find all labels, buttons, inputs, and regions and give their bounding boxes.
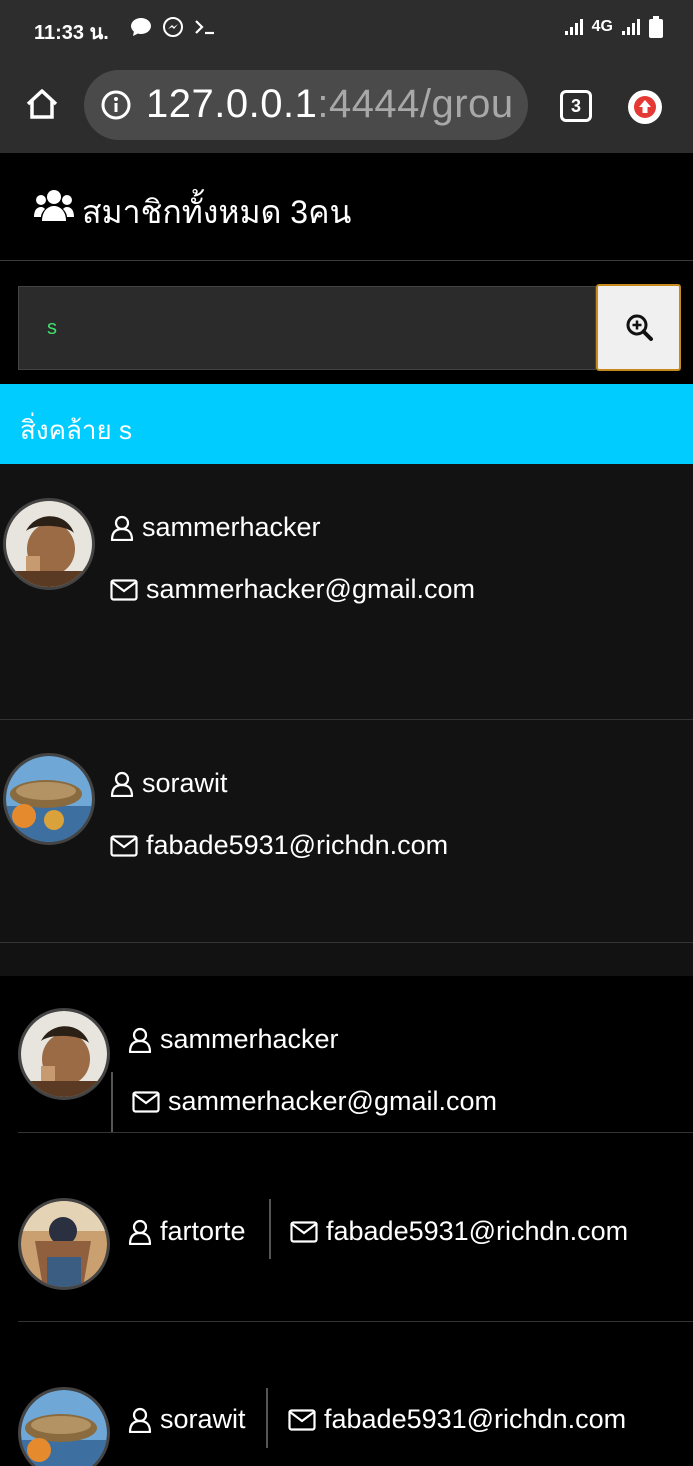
member-email-line: fabade5931@richdn.com [290, 1216, 628, 1247]
member-email-line: sammerhacker@gmail.com [132, 1086, 497, 1117]
member-username: sammerhacker [160, 1024, 339, 1054]
envelope-icon [288, 1408, 316, 1431]
divider [111, 1072, 113, 1132]
url-text: 127.0.0.1:4444/grou [146, 82, 514, 127]
members-header: สมาชิกทั้งหมด 3คน [0, 153, 693, 261]
member-row[interactable]: sammerhacker sammerhacker@gmail.com [18, 976, 693, 1133]
envelope-icon [132, 1090, 160, 1113]
avatar[interactable] [18, 1198, 110, 1290]
user-icon [128, 1027, 152, 1053]
chat-bubble-icon [131, 18, 151, 36]
notification-icons [130, 16, 216, 38]
member-username: sorawit [160, 1404, 246, 1434]
signal-icon [564, 19, 583, 35]
avatar-photo [6, 756, 92, 842]
result-card[interactable]: sammerhacker sammerhacker@gmail.com [0, 464, 693, 720]
avatar-photo [21, 1201, 107, 1287]
member-email-line: fabade5931@richdn.com [288, 1404, 626, 1435]
avatar-photo [6, 501, 92, 587]
result-username-line: sammerhacker [110, 512, 321, 543]
user-icon [110, 515, 134, 541]
result-email: fabade5931@richdn.com [146, 830, 449, 860]
search-input[interactable] [18, 286, 596, 370]
avatar[interactable] [3, 498, 95, 590]
avatar[interactable] [3, 753, 95, 845]
tab-switcher-button[interactable]: 3 [560, 90, 592, 122]
network-type: 4G [591, 18, 613, 35]
status-time: 11:33 น. [34, 22, 109, 44]
member-username-line: sammerhacker [128, 1024, 339, 1055]
result-email-line: sammerhacker@gmail.com [110, 574, 475, 605]
member-email: sammerhacker@gmail.com [168, 1086, 497, 1116]
member-row[interactable]: sorawit fabade5931@richdn.com [18, 1322, 693, 1466]
avatar[interactable] [18, 1008, 110, 1100]
avatar[interactable] [18, 1387, 110, 1466]
result-username-line: sorawit [110, 768, 228, 799]
upload-arrow-icon [634, 96, 656, 118]
user-icon [128, 1219, 152, 1245]
divider [269, 1199, 271, 1259]
similar-banner: สิ่งคล้าย s [0, 384, 693, 464]
member-username: fartorte [160, 1216, 246, 1246]
upload-button[interactable] [628, 90, 662, 124]
browser-toolbar: 127.0.0.1:4444/grou 3 [0, 60, 693, 153]
member-row[interactable]: fartorte fabade5931@richdn.com [18, 1133, 693, 1322]
url-path: :4444/grou [317, 82, 514, 126]
url-host: 127.0.0.1 [146, 82, 318, 126]
messenger-icon [163, 17, 183, 37]
result-email-line: fabade5931@richdn.com [110, 830, 448, 861]
result-email: sammerhacker@gmail.com [146, 574, 475, 604]
result-username: sorawit [142, 768, 228, 798]
user-icon [110, 771, 134, 797]
status-bar: 11:33 น. 4G [0, 0, 693, 60]
info-icon[interactable] [100, 89, 132, 121]
divider [266, 1388, 268, 1448]
envelope-icon [290, 1220, 318, 1243]
avatar-photo [21, 1011, 107, 1097]
search-row [0, 261, 693, 384]
result-username: sammerhacker [142, 512, 321, 542]
member-list: sammerhacker sammerhacker@gmail.com fart… [0, 976, 693, 1466]
member-username-line: fartorte [128, 1216, 246, 1247]
zoom-in-icon [626, 314, 653, 341]
terminal-icon [195, 20, 214, 35]
envelope-icon [110, 834, 138, 857]
url-bar[interactable]: 127.0.0.1:4444/grou [84, 70, 528, 140]
signal-icon-2 [622, 19, 640, 35]
envelope-icon [110, 578, 138, 601]
battery-icon [649, 16, 663, 38]
result-card[interactable]: sorawit fabade5931@richdn.com [0, 687, 693, 943]
search-button[interactable] [596, 284, 681, 371]
users-icon [34, 190, 74, 221]
user-icon [128, 1407, 152, 1433]
member-email: fabade5931@richdn.com [326, 1216, 629, 1246]
avatar-photo [21, 1390, 107, 1466]
member-email: fabade5931@richdn.com [324, 1404, 627, 1434]
system-icons: 4G [564, 16, 663, 38]
similar-label: สิ่งคล้าย s [20, 415, 132, 445]
member-username-line: sorawit [128, 1404, 246, 1435]
search-results: sammerhacker sammerhacker@gmail.com sora… [0, 464, 693, 976]
page-title: สมาชิกทั้งหมด 3คน [82, 194, 352, 230]
home-icon[interactable] [22, 84, 62, 124]
